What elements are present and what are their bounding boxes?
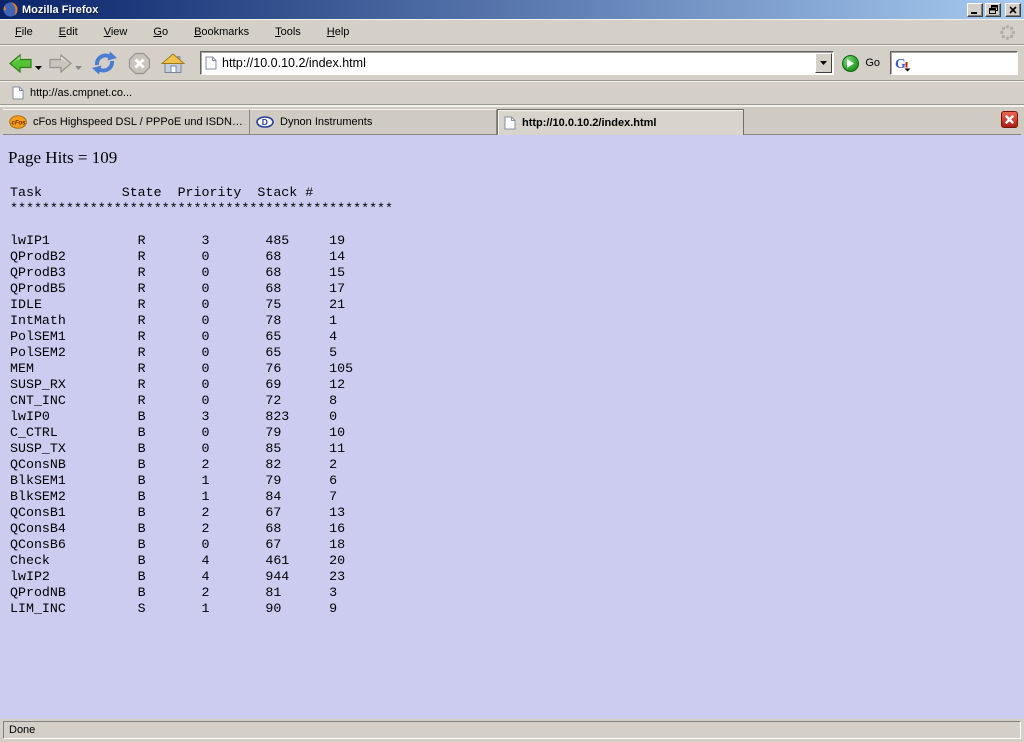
page-content: Page Hits = 109 Task State Priority Stac… (0, 135, 1024, 719)
home-button[interactable] (161, 53, 185, 74)
minimize-button[interactable] (967, 3, 983, 17)
browser-window: Mozilla Firefox File Edit View Go Bookma… (0, 0, 1024, 742)
url-input[interactable] (222, 54, 815, 72)
close-button[interactable] (1005, 3, 1021, 17)
home-icon (161, 53, 185, 74)
forward-icon (48, 53, 73, 74)
menu-item-bookmarks[interactable]: Bookmarks (185, 23, 258, 41)
bookmarks-bar: http://as.cmpnet.co... (0, 81, 1024, 105)
forward-dropdown-button[interactable] (75, 61, 82, 73)
back-button[interactable] (8, 53, 33, 74)
address-bar[interactable] (200, 51, 834, 75)
status-bar: Done (0, 719, 1024, 742)
menu-item-tools[interactable]: Tools (266, 23, 310, 41)
minimize-icon (971, 6, 979, 14)
cfos-icon: cFos (9, 115, 27, 129)
tab-label: cFos Highspeed DSL / PPPoE und ISDN CAP.… (33, 116, 243, 128)
task-table: Task State Priority Stack # ************… (10, 185, 1024, 617)
go-button[interactable]: Go (842, 55, 880, 72)
back-dropdown-button[interactable] (35, 61, 42, 73)
status-text: Done (9, 724, 35, 736)
svg-text:G: G (895, 57, 906, 72)
title-bar: Mozilla Firefox (0, 0, 1024, 19)
go-icon (842, 55, 859, 72)
menu-item-edit[interactable]: Edit (50, 23, 87, 41)
stop-icon (128, 52, 151, 75)
tab-cfos[interactable]: cFos cFos Highspeed DSL / PPPoE und ISDN… (3, 109, 250, 135)
firefox-logo-icon (3, 2, 18, 17)
throbber-icon (999, 24, 1016, 41)
menu-bar: File Edit View Go Bookmarks Tools Help (0, 19, 1024, 45)
dynon-instruments-icon: D (256, 116, 274, 128)
stop-button[interactable] (128, 52, 151, 75)
restore-button[interactable] (985, 3, 1001, 17)
reload-button[interactable] (91, 51, 118, 75)
menu-item-go[interactable]: Go (144, 23, 177, 41)
close-tab-button[interactable] (1001, 111, 1018, 128)
page-icon (12, 86, 24, 100)
url-dropdown-button[interactable] (815, 53, 832, 73)
menu-item-view[interactable]: View (95, 23, 137, 41)
tab-active-index[interactable]: http://10.0.10.2/index.html (497, 109, 744, 135)
reload-icon (91, 51, 118, 75)
navigation-toolbar: Go G (0, 45, 1024, 81)
menu-item-help[interactable]: Help (318, 23, 359, 41)
svg-text:D: D (262, 117, 268, 127)
tab-label: http://10.0.10.2/index.html (522, 117, 656, 129)
svg-text:cFos: cFos (12, 121, 27, 127)
go-label: Go (865, 57, 880, 69)
google-engine-icon[interactable]: G (894, 55, 911, 72)
forward-button[interactable] (48, 53, 73, 74)
tab-dynon[interactable]: D Dynon Instruments (250, 109, 497, 135)
search-box[interactable]: G (890, 51, 1018, 75)
menu-item-file[interactable]: File (6, 23, 42, 41)
close-icon (1009, 6, 1017, 14)
bookmark-item[interactable]: http://as.cmpnet.co... (8, 84, 136, 102)
status-field: Done (3, 721, 1021, 739)
search-input[interactable] (911, 54, 1017, 72)
close-tab-icon (1005, 115, 1014, 124)
page-icon (504, 116, 516, 130)
restore-icon (989, 5, 998, 14)
tab-label: Dynon Instruments (280, 116, 372, 128)
tab-strip-filler (744, 109, 1021, 135)
page-icon (205, 56, 217, 70)
tab-bar: cFos cFos Highspeed DSL / PPPoE und ISDN… (0, 105, 1024, 135)
back-icon (8, 53, 33, 74)
page-hits-text: Page Hits = 109 (8, 148, 1024, 168)
bookmark-label: http://as.cmpnet.co... (30, 87, 132, 99)
window-title: Mozilla Firefox (22, 4, 965, 16)
